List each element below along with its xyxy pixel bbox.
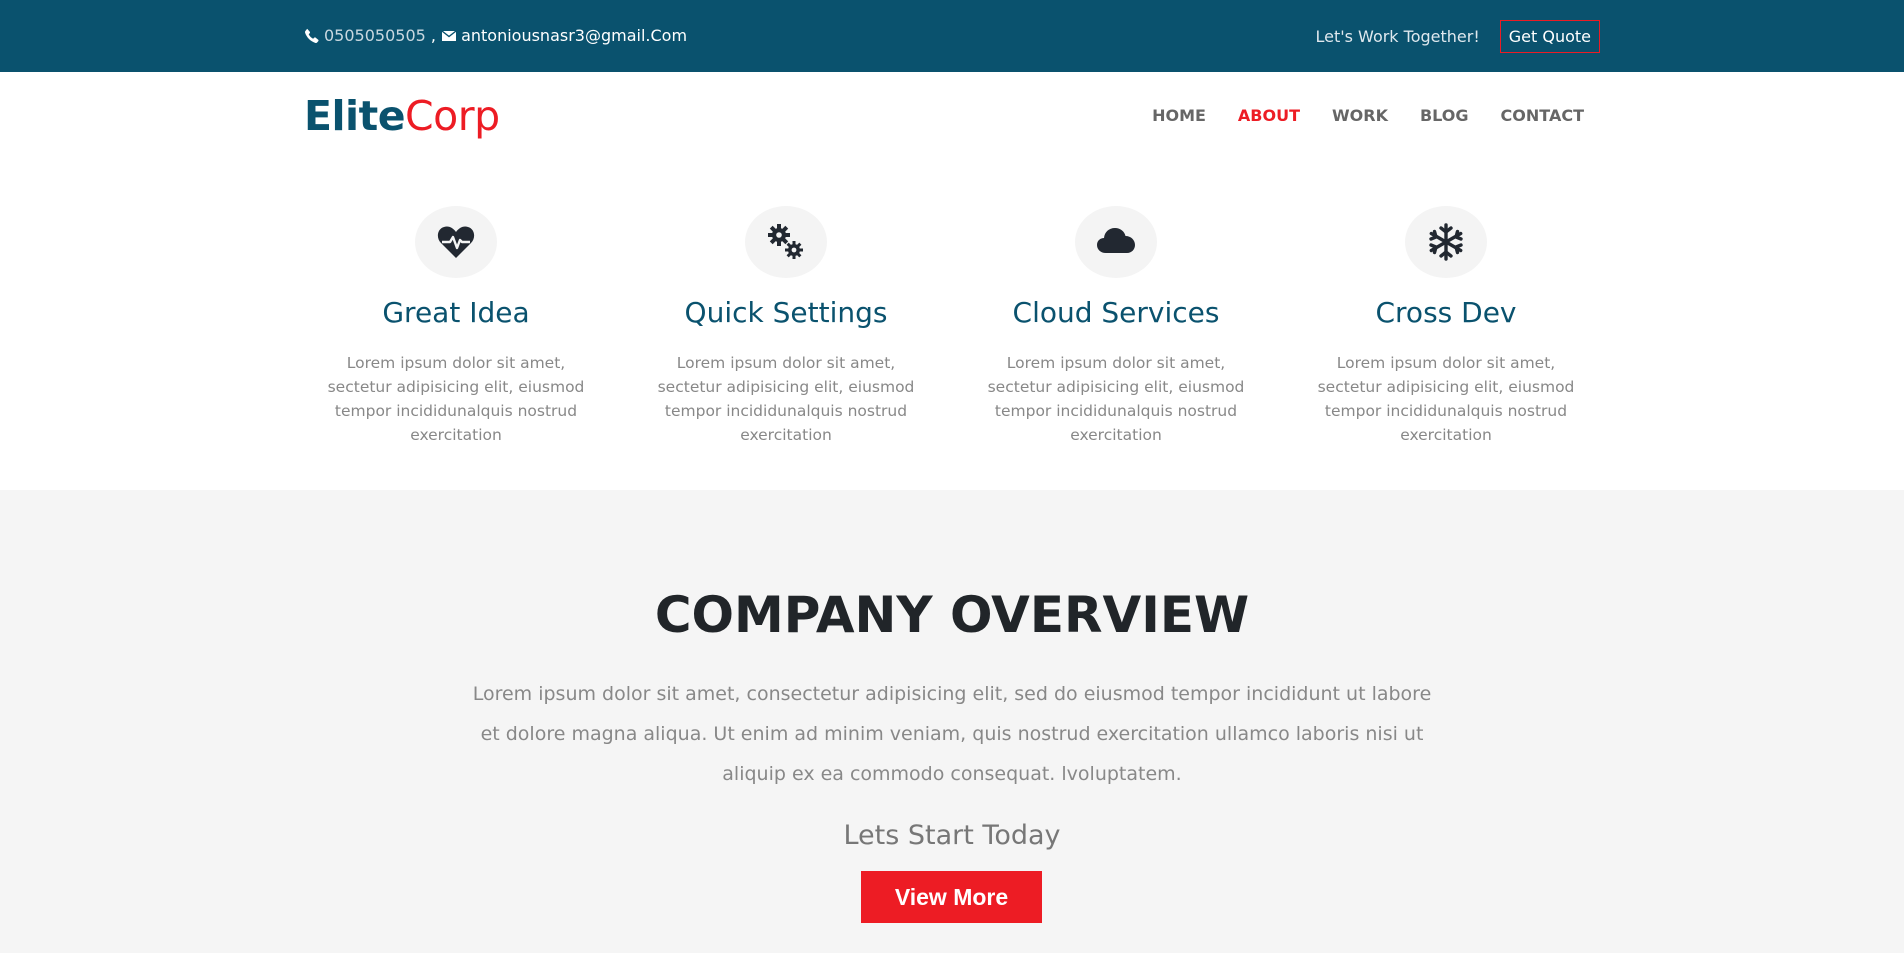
brand-logo[interactable]: EliteCorp [304,92,500,140]
features-section: Great Idea Lorem ipsum dolor sit amet, s… [0,162,1904,490]
view-more-button[interactable]: View More [861,871,1042,923]
tagline: Let's Work Together! [1315,27,1480,46]
feature-card: Cross Dev Lorem ipsum dolor sit amet, se… [1296,206,1596,447]
brand-part-1: Elite [304,92,406,140]
snowflake-icon [1405,206,1487,278]
top-bar: 0505050505 , antoniousnasr3@gmail.Com Le… [0,0,1904,72]
feature-card: Great Idea Lorem ipsum dolor sit amet, s… [306,206,606,447]
nav-item-home[interactable]: HOME [1152,106,1206,125]
feature-text: Lorem ipsum dolor sit amet, sectetur adi… [987,354,1245,444]
feature-title: Quick Settings [684,296,888,329]
brand-part-2: Corp [405,92,500,140]
feature-text: Lorem ipsum dolor sit amet, sectetur adi… [327,354,585,444]
phone-icon [304,28,320,44]
email-link[interactable]: antoniousnasr3@gmail.Com [461,26,687,45]
feature-text: Lorem ipsum dolor sit amet, sectetur adi… [1317,354,1575,444]
overview-title: COMPANY OVERVIEW [654,586,1250,644]
nav-item-about[interactable]: ABOUT [1238,106,1300,125]
cogs-icon [745,206,827,278]
feature-text: Lorem ipsum dolor sit amet, sectetur adi… [657,354,915,444]
nav-item-blog[interactable]: BLOG [1420,106,1469,125]
topbar-right: Let's Work Together! Get Quote [1315,20,1600,53]
nav-item-work[interactable]: WORK [1332,106,1388,125]
envelope-icon [441,28,457,44]
phone-number[interactable]: 0505050505 [324,26,426,45]
overview-description: Lorem ipsum dolor sit amet, consectetur … [472,683,1432,785]
nav-item-contact[interactable]: CONTACT [1501,106,1584,125]
contact-info: 0505050505 , antoniousnasr3@gmail.Com [304,26,687,45]
feature-card: Cloud Services Lorem ipsum dolor sit ame… [966,206,1266,447]
feature-title: Great Idea [382,296,530,329]
cloud-icon [1075,206,1157,278]
heartbeat-icon [415,206,497,278]
feature-card: Quick Settings Lorem ipsum dolor sit ame… [636,206,936,447]
company-overview-section: COMPANY OVERVIEW Lorem ipsum dolor sit a… [0,490,1904,953]
feature-title: Cloud Services [1012,296,1220,329]
main-navbar: EliteCorp HOME ABOUT WORK BLOG CONTACT [0,72,1904,162]
contact-separator: , [425,26,442,45]
overview-subtitle: Lets Start Today [843,820,1061,851]
nav-menu: HOME ABOUT WORK BLOG CONTACT [1120,106,1584,125]
get-quote-button[interactable]: Get Quote [1499,20,1600,53]
feature-title: Cross Dev [1375,296,1517,329]
